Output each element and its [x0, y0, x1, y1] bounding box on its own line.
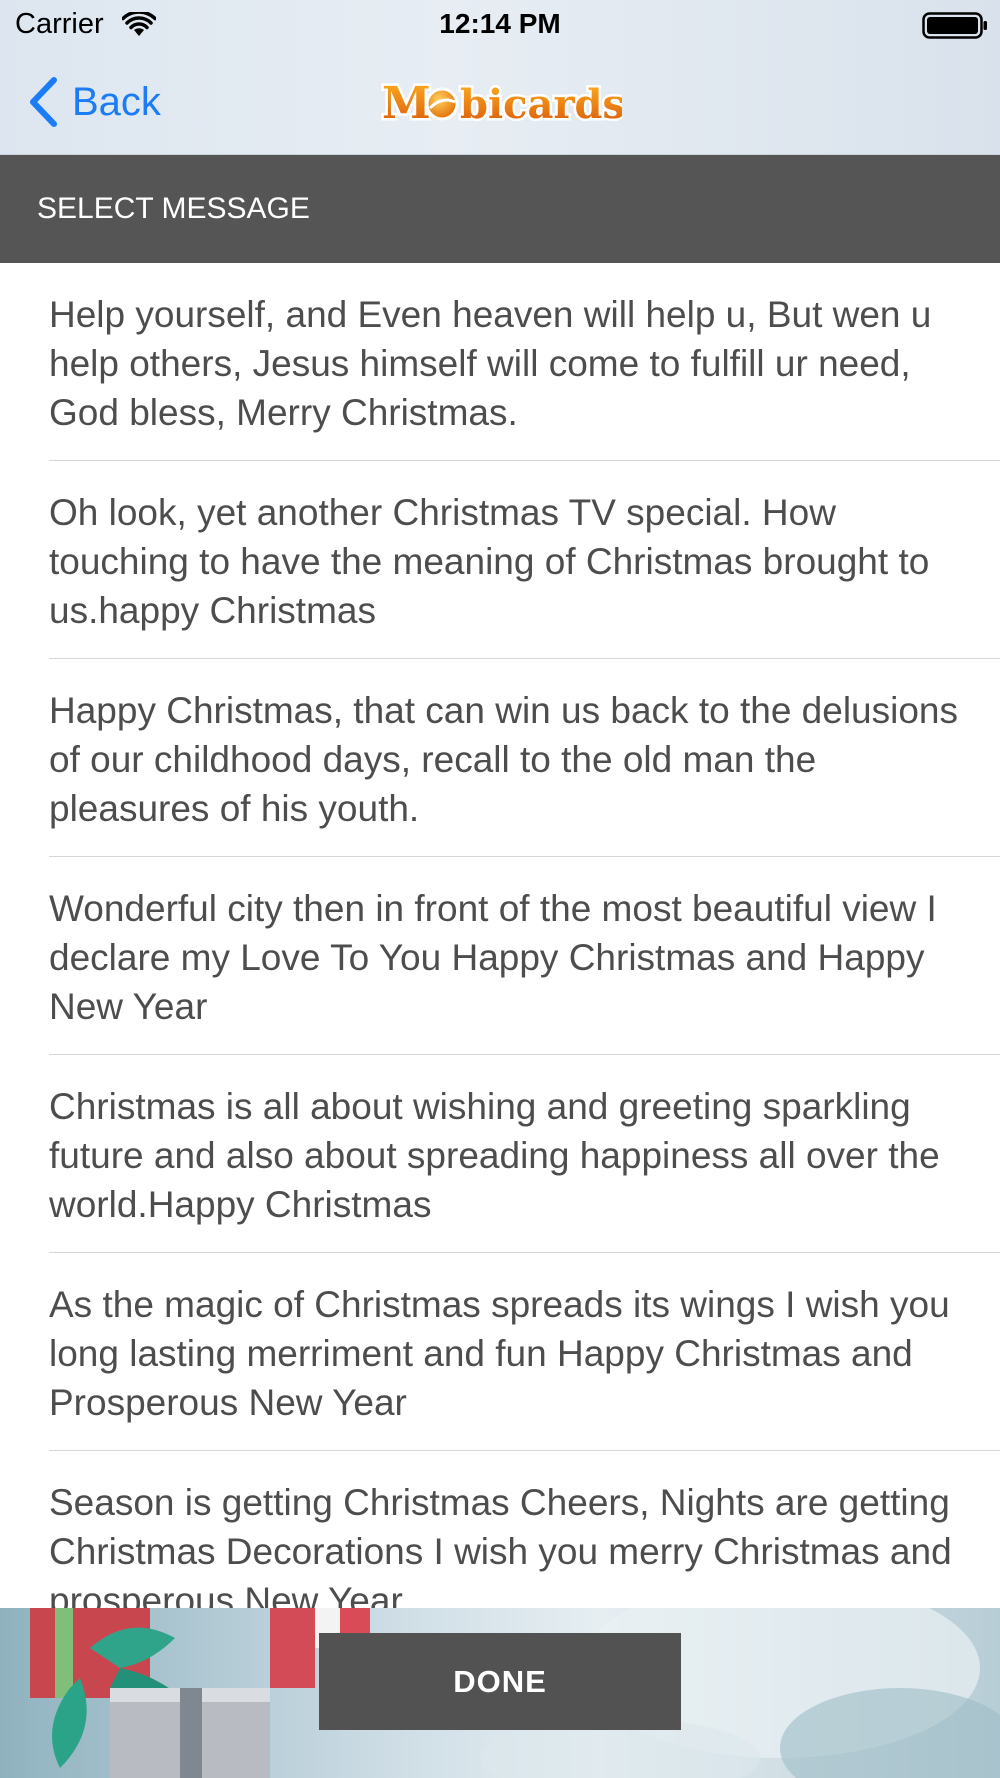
svg-text:M: M	[382, 78, 431, 129]
message-list[interactable]: Help yourself, and Even heaven will help…	[0, 263, 1000, 1608]
mobicards-logo: M bicards	[380, 76, 623, 131]
footer-bar: DONE	[0, 1608, 1000, 1778]
svg-text:bicards: bicards	[460, 81, 622, 128]
chevron-left-icon	[30, 77, 57, 127]
section-title: SELECT MESSAGE	[37, 192, 310, 225]
list-item[interactable]: Christmas is all about wishing and greet…	[0, 1055, 1000, 1253]
list-item[interactable]: As the magic of Christmas spreads its wi…	[0, 1253, 1000, 1451]
back-button[interactable]: Back	[28, 75, 161, 129]
back-label: Back	[72, 79, 161, 124]
done-button[interactable]: DONE	[319, 1633, 681, 1730]
list-item[interactable]: Oh look, yet another Christmas TV specia…	[0, 461, 1000, 659]
status-bar: Carrier 12:14 PM	[0, 0, 1000, 50]
list-item[interactable]: Happy Christmas, that can win us back to…	[0, 659, 1000, 857]
navigation-bar: Back M bicards	[0, 50, 1000, 155]
list-item[interactable]: Help yourself, and Even heaven will help…	[0, 263, 1000, 461]
top-bar: Carrier 12:14 PM Back M bicards	[0, 0, 1000, 155]
section-header: SELECT MESSAGE	[0, 155, 1000, 263]
status-time: 12:14 PM	[439, 8, 561, 39]
battery-full-icon	[922, 12, 987, 39]
list-item[interactable]: Wonderful city then in front of the most…	[0, 857, 1000, 1055]
list-item[interactable]: Season is getting Christmas Cheers, Nigh…	[0, 1451, 1000, 1608]
